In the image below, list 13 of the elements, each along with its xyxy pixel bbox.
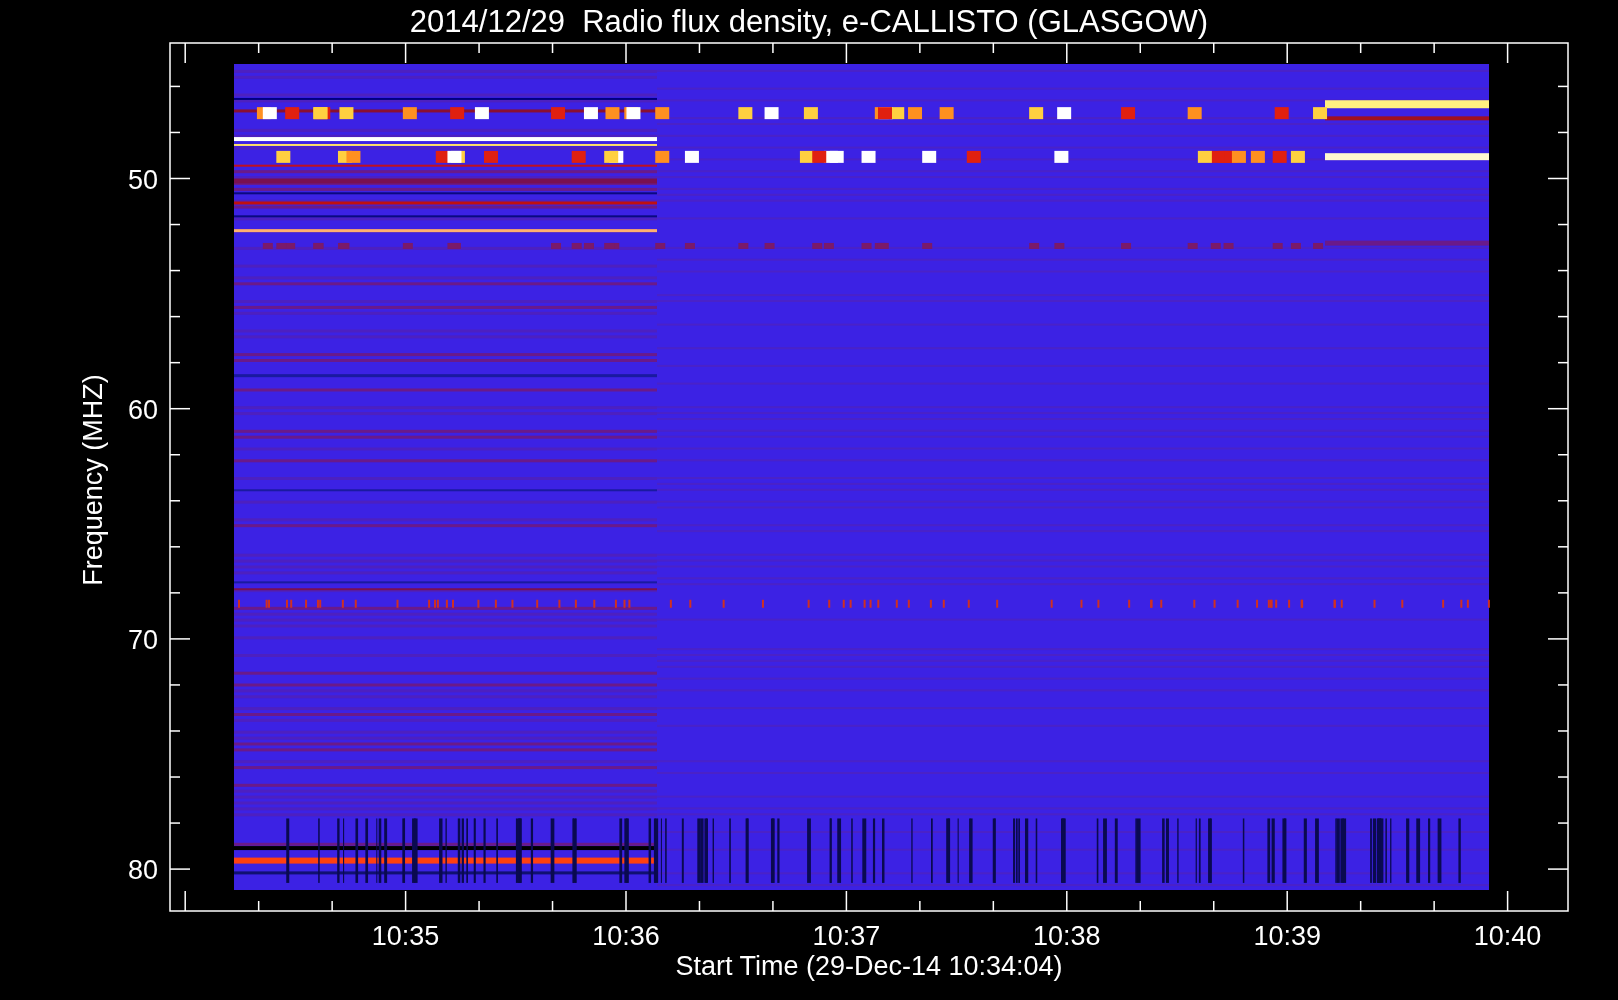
- y-tick-label: 80: [127, 855, 158, 886]
- x-tick-label: 10:39: [1253, 921, 1321, 951]
- x-axis-label: Start Time (29-Dec-14 10:34:04): [675, 951, 1063, 981]
- x-tick-label: 10:36: [592, 921, 660, 951]
- chart-title: 2014/12/29 Radio flux density, e-CALLISTO (GLASGOW): [409, 4, 1209, 39]
- x-tick-label: 10:37: [812, 921, 881, 951]
- y-tick-label: 60: [127, 394, 158, 425]
- x-tick-label: 10:35: [371, 921, 440, 951]
- y-tick-label: 70: [127, 624, 158, 655]
- x-tick-label: 10:38: [1033, 921, 1101, 951]
- x-tick-label: 10:40: [1473, 921, 1542, 951]
- y-axis-label: Frequency (MHZ): [78, 374, 108, 586]
- y-tick-label: 50: [127, 164, 158, 195]
